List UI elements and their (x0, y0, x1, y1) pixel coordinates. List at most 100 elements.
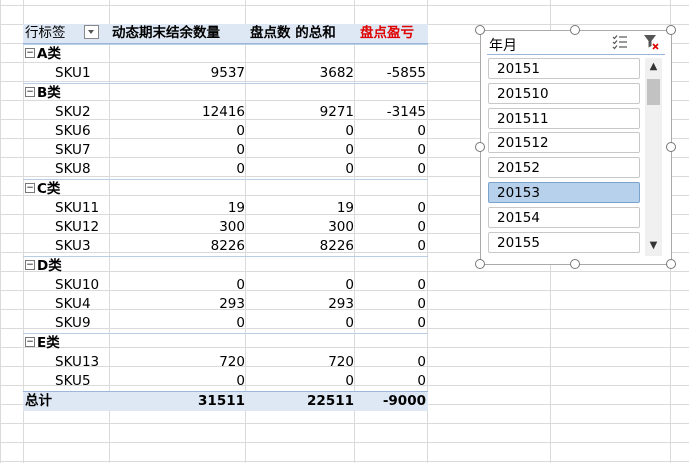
slicer-item[interactable]: 201510 (488, 82, 640, 104)
scroll-up-icon[interactable]: ▲ (647, 61, 660, 74)
group-row[interactable]: − B类 (23, 83, 428, 103)
collapse-icon[interactable]: − (25, 337, 35, 347)
table-row[interactable]: SKU9 0 0 0 (23, 314, 428, 333)
slicer-item[interactable]: 20152 (488, 157, 640, 179)
total-v1: 31511 (198, 393, 245, 409)
ending-qty-cell: 12416 (202, 104, 245, 120)
ending-qty-cell: 300 (219, 219, 245, 235)
variance-cell: 0 (417, 354, 426, 370)
ending-qty-cell: 0 (236, 161, 245, 177)
scroll-thumb[interactable] (647, 79, 660, 105)
resize-handle[interactable] (666, 25, 676, 35)
group-name: A类 (37, 46, 61, 62)
variance-cell: 0 (417, 296, 426, 312)
variance-cell: 0 (417, 277, 426, 293)
group-name: E类 (37, 335, 60, 351)
count-sum-cell: 720 (328, 354, 354, 370)
table-row[interactable]: SKU3 8226 8226 0 (23, 237, 428, 256)
table-row[interactable]: SKU1 9537 3682 -5855 (23, 64, 428, 83)
total-label: 总计 (25, 393, 52, 409)
variance-cell: 0 (417, 200, 426, 216)
slicer-title: 年月 (489, 38, 517, 54)
group-row[interactable]: − A类 (23, 44, 428, 64)
resize-handle[interactable] (570, 25, 580, 35)
resize-handle[interactable] (570, 259, 580, 269)
table-row[interactable]: SKU2 12416 9271 -3145 (23, 103, 428, 122)
resize-handle[interactable] (475, 25, 485, 35)
ending-qty-cell: 720 (219, 354, 245, 370)
variance-cell: 0 (417, 142, 426, 158)
scroll-down-icon[interactable]: ▼ (647, 240, 660, 253)
variance-cell: 0 (417, 315, 426, 331)
count-sum-cell: 300 (328, 219, 354, 235)
slicer-item[interactable]: 201511 (488, 107, 640, 129)
group-name: C类 (37, 181, 61, 197)
table-row[interactable]: SKU6 0 0 0 (23, 122, 428, 141)
table-row[interactable]: SKU5 0 0 0 (23, 372, 428, 391)
count-sum-cell: 0 (345, 277, 354, 293)
group-row[interactable]: − C类 (23, 179, 428, 199)
collapse-icon[interactable]: − (25, 87, 35, 97)
variance-cell: -5855 (386, 65, 426, 81)
variance-cell: -3145 (386, 104, 426, 120)
grand-total-row[interactable]: 总计 31511 22511 -9000 (23, 391, 428, 411)
slicer-scrollbar[interactable]: ▲ ▼ (645, 58, 662, 256)
ending-qty-cell: 0 (236, 315, 245, 331)
count-sum-cell: 8226 (319, 238, 354, 254)
filter-dropdown-icon[interactable] (83, 25, 99, 39)
total-v3: -9000 (382, 393, 426, 409)
slicer-item[interactable]: 20153 (488, 181, 640, 203)
resize-handle[interactable] (666, 142, 676, 152)
ending-qty-cell: 0 (236, 123, 245, 139)
slicer-item[interactable]: 20151 (488, 58, 640, 79)
ending-qty-cell: 9537 (210, 65, 245, 81)
variance-cell: 0 (417, 123, 426, 139)
group-label[interactable]: − E类 (23, 334, 111, 353)
table-row[interactable]: SKU4 293 293 0 (23, 295, 428, 314)
ending-qty-cell: 8226 (210, 238, 245, 254)
multi-select-icon[interactable] (612, 34, 628, 50)
col-header-ending-qty[interactable]: 动态期末结余数量 (109, 24, 248, 43)
collapse-icon[interactable]: − (25, 48, 35, 58)
group-label[interactable]: − B类 (23, 84, 111, 103)
count-sum-cell: 0 (345, 142, 354, 158)
ending-qty-cell: 0 (236, 142, 245, 158)
slicer-panel[interactable]: 年月 20151 201510 201511 201512 20152 20153 2015… (480, 30, 672, 265)
resize-handle[interactable] (666, 259, 676, 269)
resize-handle[interactable] (475, 259, 485, 269)
group-label[interactable]: − C类 (23, 180, 111, 199)
col-header-variance[interactable]: 盘点盈亏 (354, 24, 432, 43)
variance-cell: 0 (417, 161, 426, 177)
group-row[interactable]: − E类 (23, 333, 428, 353)
group-label[interactable]: − A类 (23, 45, 111, 64)
variance-cell: 0 (417, 373, 426, 389)
slicer-item[interactable]: 201512 (488, 132, 640, 154)
row-labels-text: 行标签 (25, 25, 66, 41)
row-labels-header[interactable]: 行标签 (23, 24, 111, 43)
group-row[interactable]: − D类 (23, 256, 428, 276)
table-row[interactable]: SKU12 300 300 0 (23, 218, 428, 237)
slicer-item[interactable]: 20155 (488, 231, 640, 253)
table-row[interactable]: SKU13 720 720 0 (23, 353, 428, 372)
count-sum-cell: 3682 (319, 65, 354, 81)
ending-qty-cell: 0 (236, 373, 245, 389)
col-header-count-sum[interactable]: 盘点数 的总和 (245, 24, 359, 43)
group-name: D类 (37, 258, 62, 274)
ending-qty-cell: 0 (236, 277, 245, 293)
slicer-item[interactable]: 20154 (488, 206, 640, 228)
ending-qty-cell: 19 (227, 200, 245, 216)
table-row[interactable]: SKU8 0 0 0 (23, 160, 428, 179)
table-row[interactable]: SKU7 0 0 0 (23, 141, 428, 160)
pivot-body: − A类 SKU1 9537 3682 -5855− B类 SKU2 12416 9271 -314… (23, 44, 428, 391)
table-row[interactable]: SKU10 0 0 0 (23, 276, 428, 295)
resize-handle[interactable] (475, 142, 485, 152)
group-label[interactable]: − D类 (23, 257, 111, 276)
collapse-icon[interactable]: − (25, 183, 35, 193)
table-row[interactable]: SKU11 19 19 0 (23, 199, 428, 218)
pivot-table[interactable]: 行标签 动态期末结余数量 盘点数 的总和 盘点盈亏 − A类 SKU1 9537 368… (23, 24, 428, 411)
collapse-icon[interactable]: − (25, 260, 35, 270)
count-sum-cell: 0 (345, 161, 354, 177)
ending-qty-cell: 293 (219, 296, 245, 312)
clear-filter-icon[interactable] (643, 34, 659, 50)
slicer-item-list: 20151 201510 201511 201512 20152 20153 20154 20… (488, 58, 640, 256)
